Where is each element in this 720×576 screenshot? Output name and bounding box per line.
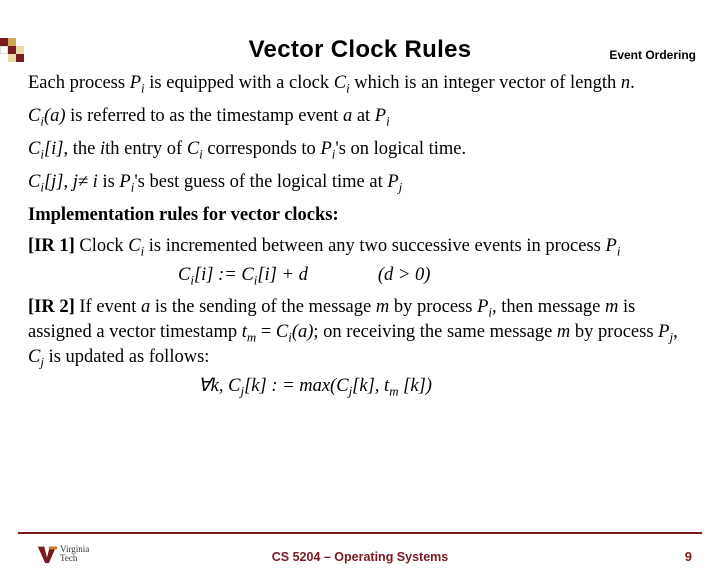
text: by process bbox=[389, 297, 477, 317]
text: + d bbox=[277, 265, 308, 285]
sym-cia: Ci(a) bbox=[28, 106, 66, 126]
sym-pi: Pi bbox=[130, 73, 145, 93]
text: Each process bbox=[28, 73, 130, 93]
sym-cia: Ci(a) bbox=[276, 322, 314, 342]
sym-cjk: Cj[k] bbox=[228, 376, 267, 396]
text: , then message bbox=[492, 297, 605, 317]
sym-pj: Pj bbox=[387, 172, 402, 192]
text: . bbox=[630, 73, 635, 93]
sym-cii: Ci[i] bbox=[241, 265, 277, 285]
text: If event bbox=[75, 297, 141, 317]
formula: Ci[i] := Ci[i] + d (d > 0) bbox=[28, 264, 692, 289]
decor-square bbox=[8, 54, 16, 62]
paragraph-bold: Implementation rules for vector clocks: bbox=[28, 204, 692, 227]
text: by process bbox=[570, 322, 658, 342]
forall-icon: ∀ bbox=[198, 376, 211, 396]
sym-n: n bbox=[621, 73, 630, 93]
decor-square bbox=[8, 46, 16, 54]
sym-tm: tm bbox=[242, 322, 256, 342]
sym-pj: Pj bbox=[658, 322, 673, 342]
paragraph: [IR 2] If event a is the sending of the … bbox=[28, 296, 692, 371]
rule-label: [IR 2] bbox=[28, 297, 75, 317]
paragraph: Each process Pi is equipped with a clock… bbox=[28, 72, 692, 97]
text: : = max( bbox=[267, 376, 337, 396]
footer-divider bbox=[18, 532, 702, 534]
text: is incremented between any two successiv… bbox=[144, 236, 605, 256]
sym-ci: Ci bbox=[128, 236, 144, 256]
text: is the sending of the message bbox=[150, 297, 376, 317]
paragraph: Ci[j], j≠ i is Pi's best guess of the lo… bbox=[28, 171, 692, 196]
text: (d > 0) bbox=[378, 265, 431, 285]
sym-a: a bbox=[141, 297, 150, 317]
text: ) bbox=[426, 376, 432, 396]
footer-course: CS 5204 – Operating Systems bbox=[0, 550, 720, 564]
sym-m: m bbox=[605, 297, 618, 317]
sym-ci: Ci bbox=[334, 73, 350, 93]
decor-square bbox=[16, 54, 24, 62]
decor-square bbox=[16, 46, 24, 54]
decor-square bbox=[0, 46, 8, 54]
sym-tmk: tm [k] bbox=[384, 376, 426, 396]
sym-pi: Pi bbox=[606, 236, 621, 256]
text: is referred to as the timestamp event bbox=[66, 106, 343, 126]
sym-m: m bbox=[376, 297, 389, 317]
text: , bbox=[673, 322, 678, 342]
paragraph: [IR 1] Clock Ci is incremented between a… bbox=[28, 235, 692, 260]
sym-m: m bbox=[557, 322, 570, 342]
sym-cii: Ci[i] bbox=[178, 265, 214, 285]
text: at bbox=[352, 106, 375, 126]
header-label: Event Ordering bbox=[609, 48, 696, 62]
sym-pi: Pi bbox=[320, 139, 335, 159]
text: 's on logical time. bbox=[335, 139, 466, 159]
sym-pi: Pi bbox=[375, 106, 390, 126]
text: = bbox=[256, 322, 276, 342]
rule-label: [IR 1] bbox=[28, 236, 75, 256]
formula: ∀k, Cj[k] : = max(Cj[k], tm [k]) bbox=[28, 375, 692, 400]
sym-pi: Pi bbox=[119, 172, 134, 192]
text: is updated as follows: bbox=[44, 347, 209, 367]
sym-pi: Pi bbox=[477, 297, 492, 317]
text: , bbox=[375, 376, 384, 396]
footer: Virginia Tech CS 5204 – Operating System… bbox=[0, 532, 720, 576]
text: corresponds to bbox=[203, 139, 321, 159]
text: is equipped with a clock bbox=[145, 73, 334, 93]
sym-k: k bbox=[211, 376, 219, 396]
text: ; on receiving the same message bbox=[313, 322, 557, 342]
text: := bbox=[214, 265, 242, 285]
text: , the bbox=[64, 139, 100, 159]
sym-cj: Cj bbox=[28, 347, 44, 367]
sym-cij: Ci[j], j≠ i bbox=[28, 172, 98, 192]
text: which is an integer vector of length bbox=[350, 73, 621, 93]
paragraph: Ci[i], the ith entry of Ci corresponds t… bbox=[28, 138, 692, 163]
sym-a: a bbox=[343, 106, 352, 126]
slide-body: Each process Pi is equipped with a clock… bbox=[0, 64, 720, 400]
decor-square bbox=[0, 38, 8, 46]
text: Clock bbox=[75, 236, 128, 256]
decor-square bbox=[8, 38, 16, 46]
sym-cjk: Cj[k] bbox=[336, 376, 375, 396]
paragraph: Ci(a) is referred to as the timestamp ev… bbox=[28, 105, 692, 130]
sym-ci: Ci bbox=[187, 139, 203, 159]
footer-page-number: 9 bbox=[685, 549, 692, 564]
sym-cii: Ci[i] bbox=[28, 139, 64, 159]
text: th entry of bbox=[105, 139, 187, 159]
text: 's best guess of the logical time at bbox=[134, 172, 387, 192]
text: is bbox=[98, 172, 120, 192]
